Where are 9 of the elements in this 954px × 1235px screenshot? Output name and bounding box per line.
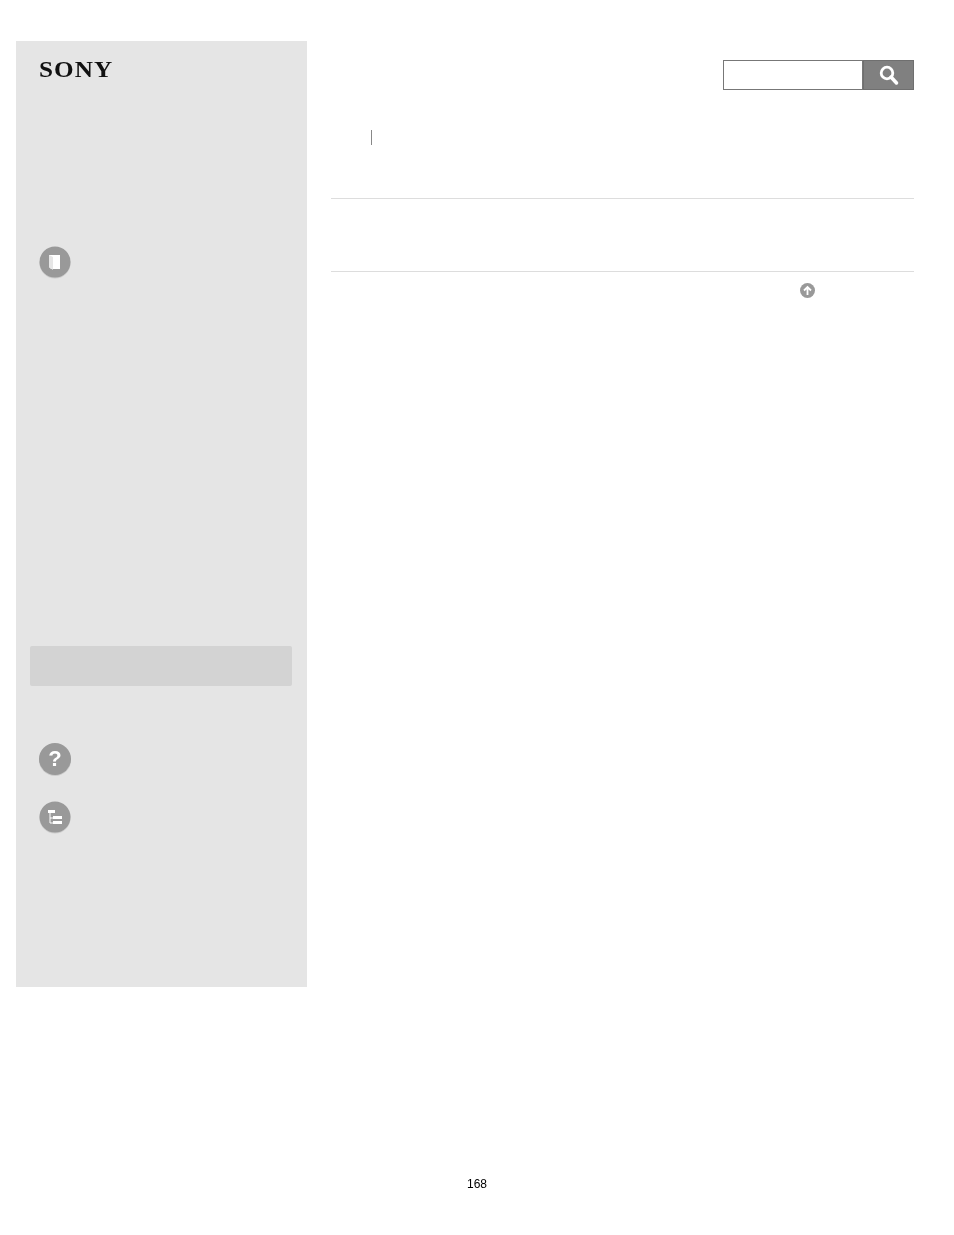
search-button[interactable]: [863, 60, 914, 90]
book-icon[interactable]: [39, 246, 71, 279]
search-field[interactable]: [723, 60, 863, 90]
help-icon[interactable]: ?: [39, 743, 71, 775]
up-arrow-icon[interactable]: [800, 283, 815, 298]
logo: SONY: [39, 55, 115, 83]
tree-icon[interactable]: [39, 801, 71, 834]
page-number: 168: [467, 1176, 487, 1193]
search-icon: [878, 64, 899, 86]
